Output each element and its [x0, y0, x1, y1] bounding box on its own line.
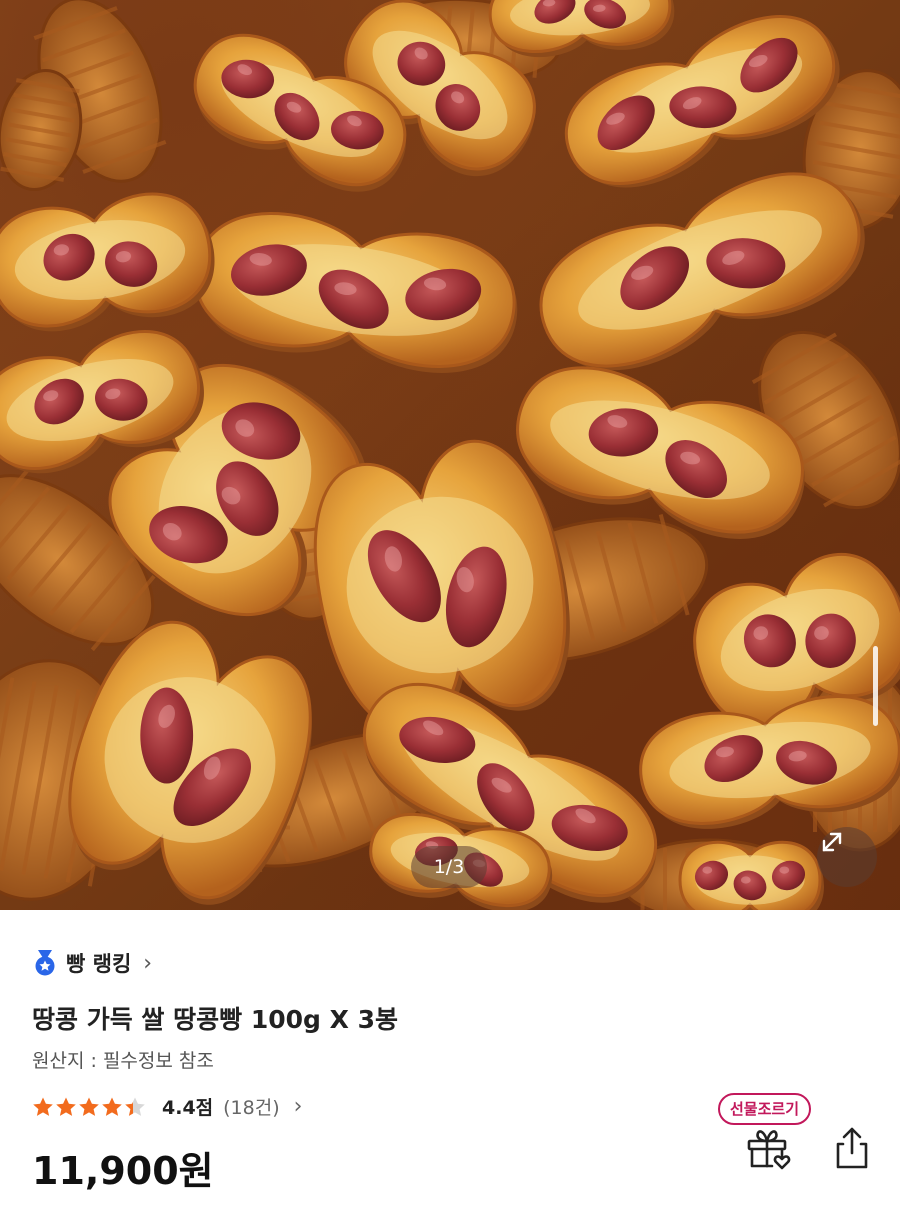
- scroll-indicator: [873, 646, 878, 726]
- image-counter: 1/3: [411, 846, 487, 888]
- expand-button[interactable]: [817, 827, 877, 887]
- star-icon: [56, 1097, 76, 1116]
- rating-summary[interactable]: 4.4점 (18건) ›: [32, 1093, 302, 1120]
- ranking-link[interactable]: 빵 랭킹 ›: [32, 948, 152, 978]
- chevron-right-icon: ›: [143, 950, 153, 976]
- star-icon: [79, 1097, 99, 1116]
- product-image-carousel[interactable]: 1/3: [0, 0, 900, 910]
- star-icon: [125, 1097, 145, 1116]
- review-count: (18건): [223, 1097, 280, 1119]
- rating-score: 4.4점: [162, 1097, 214, 1119]
- product-price: 11,900원: [32, 1149, 214, 1193]
- star-icon: [102, 1097, 122, 1116]
- gift-button[interactable]: [744, 1124, 792, 1172]
- expand-icon: [822, 832, 842, 852]
- share-icon: [836, 1127, 868, 1169]
- medal-icon: [35, 950, 55, 976]
- product-photo: [0, 0, 900, 910]
- ranking-label: 빵 랭킹: [66, 952, 132, 976]
- gift-icon: [747, 1130, 791, 1170]
- gift-request-badge[interactable]: 선물조르기: [718, 1093, 812, 1125]
- star-icon: [33, 1097, 53, 1116]
- product-title: 땅콩 가득 쌀 땅콩빵 100g X 3봉: [32, 1005, 398, 1034]
- origin-info: 원산지 : 필수정보 참조: [32, 1050, 214, 1072]
- star-rating: [32, 1096, 146, 1118]
- share-button[interactable]: [828, 1124, 876, 1172]
- chevron-right-icon: ›: [293, 1094, 303, 1119]
